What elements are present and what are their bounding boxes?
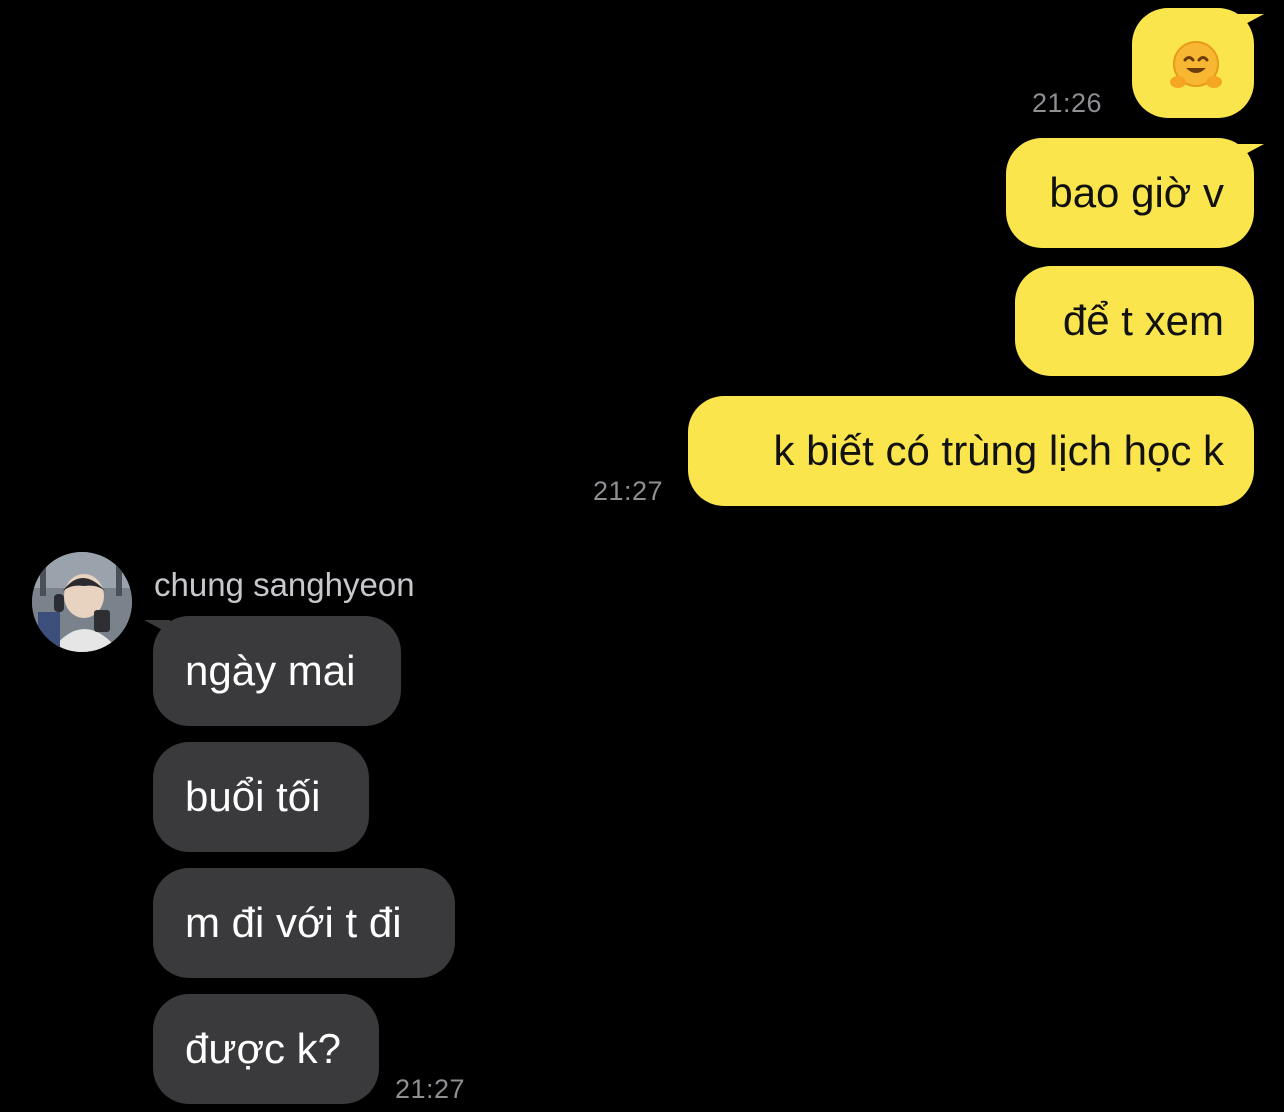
incoming-bubble-tail [144, 620, 170, 634]
incoming-message-bubble[interactable]: được k? [153, 994, 379, 1104]
message-text: để t xem [1062, 297, 1224, 344]
sender-avatar[interactable] [32, 552, 132, 652]
hugging-face-emoji-icon [1170, 41, 1222, 88]
timestamp: 21:27 [593, 476, 664, 506]
message-text: buổi tối [185, 773, 321, 820]
incoming-message-bubble[interactable]: m đi với t đi [153, 868, 455, 978]
message-text: được k? [185, 1025, 342, 1072]
incoming-message-bubble[interactable]: buổi tối [153, 742, 369, 852]
timestamp: 21:27 [395, 1074, 466, 1104]
message-text: m đi với t đi [185, 899, 402, 946]
outgoing-message-bubble[interactable]: k biết có trùng lịch học k [688, 396, 1254, 506]
outgoing-message-bubble[interactable]: bao giờ v [1006, 138, 1254, 248]
message-text: bao giờ v [1049, 169, 1224, 216]
message-text: k biết có trùng lịch học k [773, 427, 1224, 474]
sender-name: chung sanghyeon [154, 566, 415, 603]
message-text: ngày mai [185, 647, 356, 694]
outgoing-bubble-tail [1238, 144, 1264, 158]
avatar-photo-icon [32, 552, 132, 652]
incoming-message-bubble[interactable]: ngày mai [153, 616, 401, 726]
outgoing-bubble-tail [1238, 14, 1264, 28]
timestamp: 21:26 [1032, 88, 1103, 118]
outgoing-message-bubble[interactable]: để t xem [1015, 266, 1254, 376]
